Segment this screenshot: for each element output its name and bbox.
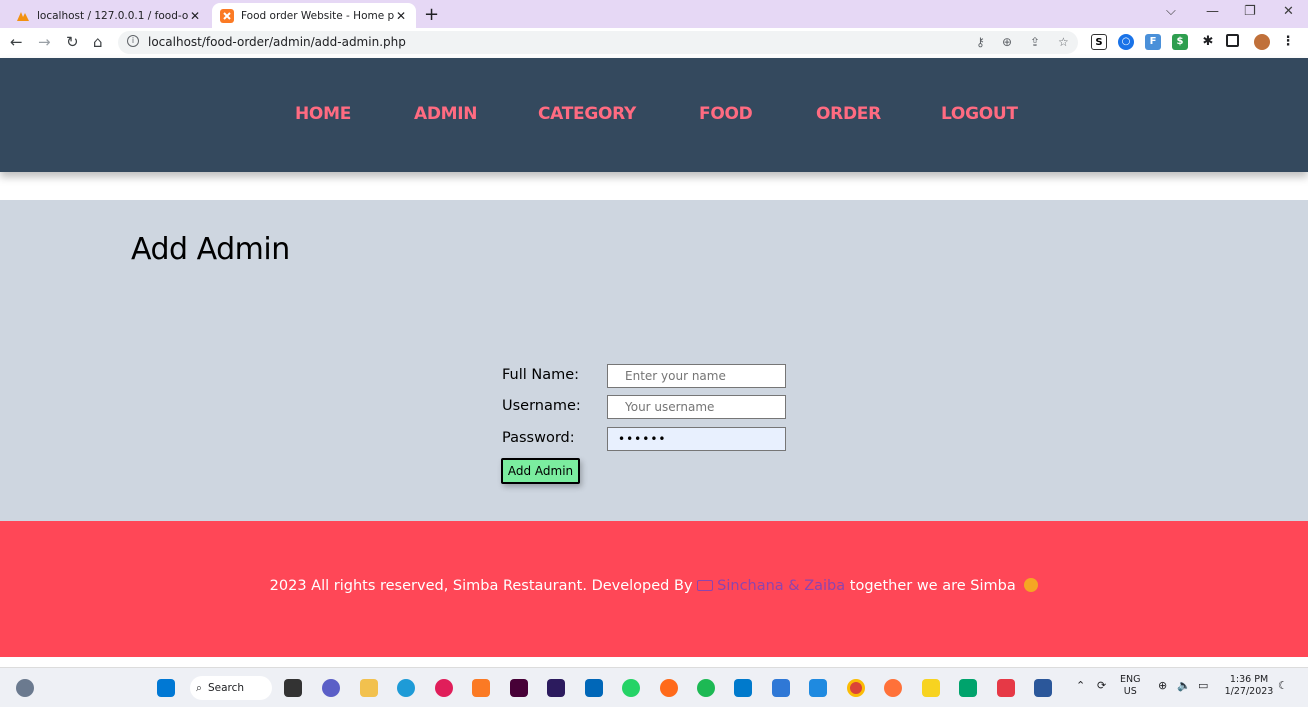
- extensions-puzzle-icon[interactable]: ✱: [1200, 34, 1216, 50]
- sticky-notes-icon[interactable]: [922, 679, 940, 697]
- clock[interactable]: 1:36 PM 1/27/2023: [1224, 674, 1274, 698]
- developer-link[interactable]: Sinchana & Zaiba: [717, 578, 845, 594]
- browser-toolbar: ← → ↻ ⌂ i localhost/food-order/admin/add…: [0, 28, 1308, 58]
- network-icon[interactable]: ⊕: [1158, 680, 1167, 692]
- teams-chat-icon[interactable]: [322, 679, 340, 697]
- browser-tab-strip: localhost / 127.0.0.1 / food-order ✕ Foo…: [0, 0, 1308, 28]
- sync-icon[interactable]: ⟳: [1097, 680, 1106, 692]
- dreamweaver-icon[interactable]: [510, 679, 528, 697]
- site-footer: 2023 All rights reserved, Simba Restaura…: [0, 521, 1308, 657]
- password-label: Password:: [502, 430, 575, 446]
- extension-dollar-icon[interactable]: $: [1172, 34, 1188, 50]
- url-text: localhost/food-order/admin/add-admin.php: [148, 35, 406, 49]
- bookmark-star-icon[interactable]: ☆: [1058, 35, 1069, 49]
- whatsapp-icon[interactable]: [622, 679, 640, 697]
- firefox-icon[interactable]: [884, 679, 902, 697]
- word-icon[interactable]: [1034, 679, 1052, 697]
- site-info-icon[interactable]: i: [127, 35, 139, 47]
- xampp-icon: [220, 8, 234, 23]
- clock-time: 1:36 PM: [1229, 674, 1269, 685]
- pdf-icon[interactable]: [997, 679, 1015, 697]
- close-icon[interactable]: ✕: [188, 9, 202, 23]
- forward-icon[interactable]: →: [38, 33, 51, 51]
- notifications-icon[interactable]: ☾: [1278, 680, 1288, 692]
- minimize-icon[interactable]: —: [1206, 4, 1219, 19]
- phpmyadmin-icon: [16, 9, 30, 23]
- username-label: Username:: [502, 398, 581, 414]
- footer-copyright: 2023 All rights reserved, Simba Restaura…: [269, 578, 693, 594]
- window-close-icon[interactable]: ✕: [1283, 4, 1294, 19]
- meet-icon[interactable]: [959, 679, 977, 697]
- home-icon[interactable]: ⌂: [93, 33, 103, 51]
- xampp-taskbar-icon[interactable]: [472, 679, 490, 697]
- address-bar[interactable]: i localhost/food-order/admin/add-admin.p…: [118, 31, 1078, 54]
- windows-taskbar: ⌕ Search ⌃ ⟳ ENG US ⊕ 🔈 ▭ 1:36 PM 1/27/2…: [0, 667, 1308, 707]
- restore-icon[interactable]: ❐: [1244, 4, 1256, 19]
- password-key-icon[interactable]: ⚷: [976, 35, 985, 49]
- tab-phpmyadmin[interactable]: localhost / 127.0.0.1 / food-order ✕: [8, 3, 210, 28]
- tab-search-icon[interactable]: ⌵: [1166, 4, 1176, 19]
- password-input[interactable]: [607, 427, 786, 451]
- battery-icon[interactable]: ▭: [1198, 680, 1208, 692]
- browser-alt-icon[interactable]: [660, 679, 678, 697]
- share-icon[interactable]: ⇪: [1030, 35, 1040, 49]
- taskbar-search-label: Search: [208, 682, 245, 694]
- full-name-label: Full Name:: [502, 367, 580, 383]
- reload-icon[interactable]: ↻: [66, 33, 79, 51]
- extension-s-icon[interactable]: S: [1091, 34, 1107, 50]
- taskbar-search[interactable]: ⌕ Search: [190, 676, 272, 700]
- search-icon: ⌕: [196, 682, 202, 694]
- vscode-icon[interactable]: [734, 679, 752, 697]
- file-explorer-icon[interactable]: [360, 679, 378, 697]
- chrome-icon[interactable]: [847, 679, 865, 697]
- tray-overflow-icon[interactable]: ⌃: [1076, 680, 1085, 692]
- store-icon[interactable]: [585, 679, 603, 697]
- tab-title: localhost / 127.0.0.1 / food-order: [37, 9, 188, 22]
- browser-menu-icon[interactable]: ⋮: [1280, 34, 1296, 50]
- windows-start-icon[interactable]: [157, 679, 175, 697]
- nav-order[interactable]: ORDER: [816, 104, 881, 124]
- slack-icon[interactable]: [435, 679, 453, 697]
- back-icon[interactable]: ←: [10, 33, 23, 51]
- edge-icon[interactable]: [397, 679, 415, 697]
- page-title: Add Admin: [131, 232, 290, 267]
- nav-category[interactable]: CATEGORY: [538, 104, 636, 124]
- teamviewer-icon[interactable]: [809, 679, 827, 697]
- nav-home[interactable]: HOME: [295, 104, 351, 124]
- spotify-icon[interactable]: [697, 679, 715, 697]
- laptop-icon: [697, 580, 714, 591]
- new-tab-icon[interactable]: +: [424, 4, 439, 25]
- nav-admin[interactable]: ADMIN: [414, 104, 478, 124]
- footer-tagline: together we are Simba: [849, 578, 1016, 594]
- tab-title: Food order Website - Home page: [241, 9, 394, 22]
- notepad-icon[interactable]: [772, 679, 790, 697]
- nav-logout[interactable]: LOGOUT: [941, 104, 1018, 124]
- zoom-icon[interactable]: ⊕: [1002, 35, 1012, 49]
- side-panel-icon[interactable]: [1226, 34, 1239, 47]
- footer-credits: 2023 All rights reserved, Simba Restaura…: [0, 578, 1308, 594]
- lion-icon: [1024, 578, 1039, 592]
- premiere-icon[interactable]: [547, 679, 565, 697]
- lang-region: US: [1123, 686, 1137, 697]
- tab-food-order[interactable]: Food order Website - Home page ✕: [212, 3, 416, 28]
- add-admin-button[interactable]: Add Admin: [501, 458, 580, 484]
- widgets-icon[interactable]: [16, 679, 34, 697]
- username-input[interactable]: [607, 395, 786, 419]
- task-view-icon[interactable]: [284, 679, 302, 697]
- extension-fl-icon[interactable]: F: [1145, 34, 1161, 50]
- volume-icon[interactable]: 🔈: [1177, 680, 1191, 692]
- extension-circle-icon[interactable]: ○: [1118, 34, 1134, 50]
- site-header: HOME ADMIN CATEGORY FOOD ORDER LOGOUT: [0, 58, 1308, 172]
- clock-date: 1/27/2023: [1224, 686, 1274, 697]
- main-content: Add Admin Full Name: Username: Password:…: [0, 200, 1308, 521]
- lang-code: ENG: [1120, 674, 1141, 685]
- language-indicator[interactable]: ENG US: [1120, 674, 1140, 698]
- close-icon[interactable]: ✕: [394, 9, 408, 23]
- full-name-input[interactable]: [607, 364, 786, 388]
- nav-food[interactable]: FOOD: [699, 104, 753, 124]
- profile-avatar[interactable]: [1254, 34, 1270, 50]
